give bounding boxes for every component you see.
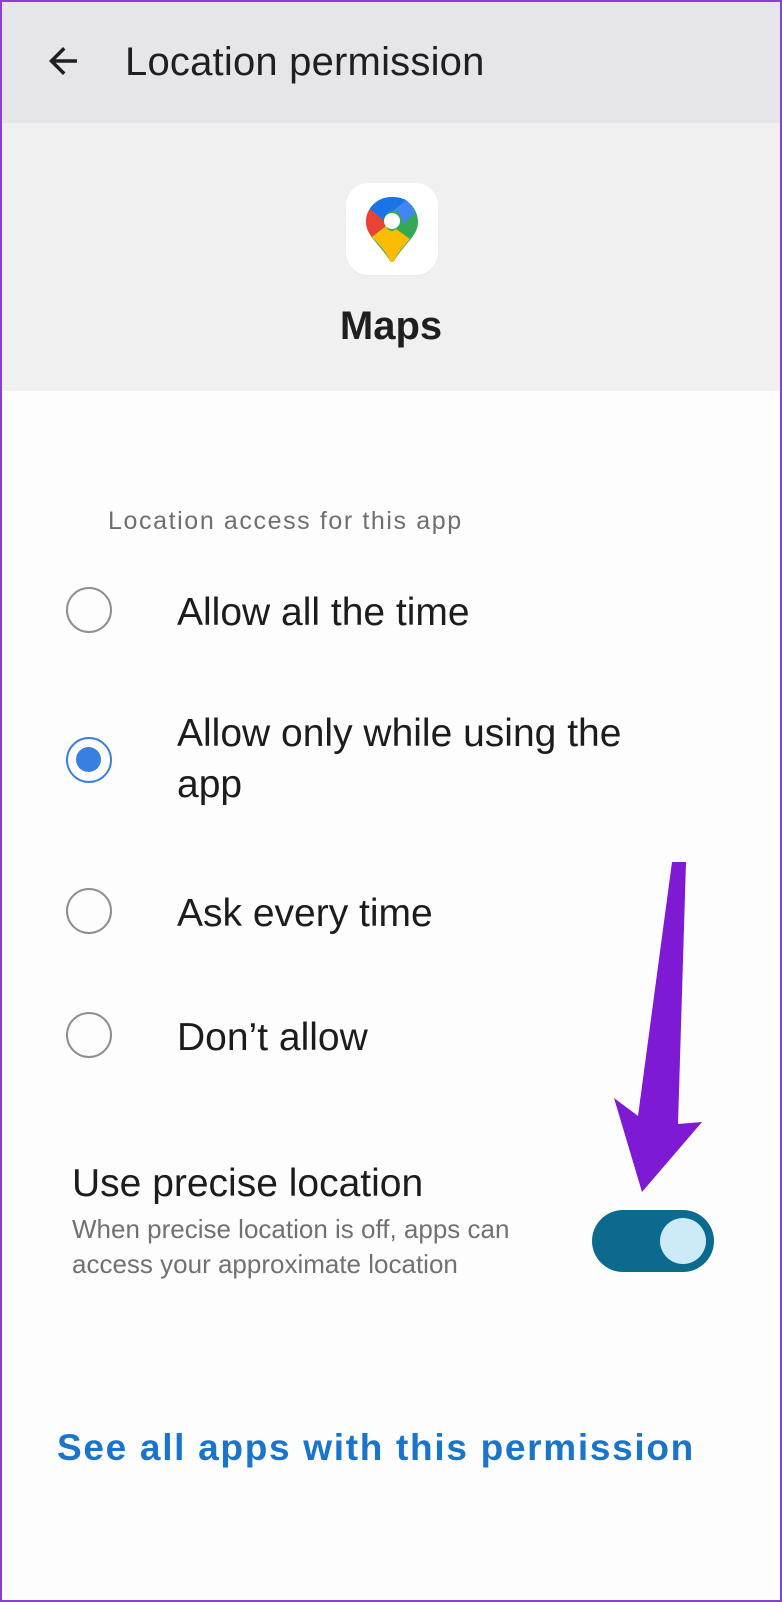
- option-allow-while-using[interactable]: Allow only while using the app: [2, 708, 780, 818]
- precise-location-toggle[interactable]: [592, 1210, 714, 1272]
- precise-location-description: When precise location is off, apps can a…: [72, 1214, 510, 1279]
- option-ask-every-time[interactable]: Ask every time: [2, 885, 780, 945]
- toggle-knob: [660, 1218, 706, 1264]
- option-dont-allow[interactable]: Don’t allow: [2, 1010, 780, 1070]
- page-title: Location permission: [125, 40, 485, 84]
- screen: Location permission Maps Location access…: [0, 0, 782, 1602]
- option-label: Allow only while using the app: [177, 712, 622, 806]
- option-label: Ask every time: [177, 892, 433, 935]
- section-label: Location access for this app: [108, 507, 463, 535]
- app-name: Maps: [339, 304, 443, 348]
- option-label: Don’t allow: [177, 1016, 368, 1059]
- radio-button[interactable]: [66, 888, 112, 934]
- option-allow-all-the-time[interactable]: Allow all the time: [2, 584, 780, 644]
- google-maps-icon: [346, 183, 438, 275]
- radio-button[interactable]: [66, 587, 112, 633]
- option-label: Allow all the time: [177, 591, 470, 634]
- app-bar: Location permission: [2, 2, 780, 123]
- arrow-back-icon: [49, 47, 77, 75]
- see-all-apps-link[interactable]: See all apps with this permission: [57, 1427, 695, 1469]
- radio-button-selected[interactable]: [66, 737, 112, 783]
- back-button[interactable]: [34, 32, 92, 90]
- radio-button[interactable]: [66, 1012, 112, 1058]
- precise-location-title: Use precise location: [72, 1162, 424, 1205]
